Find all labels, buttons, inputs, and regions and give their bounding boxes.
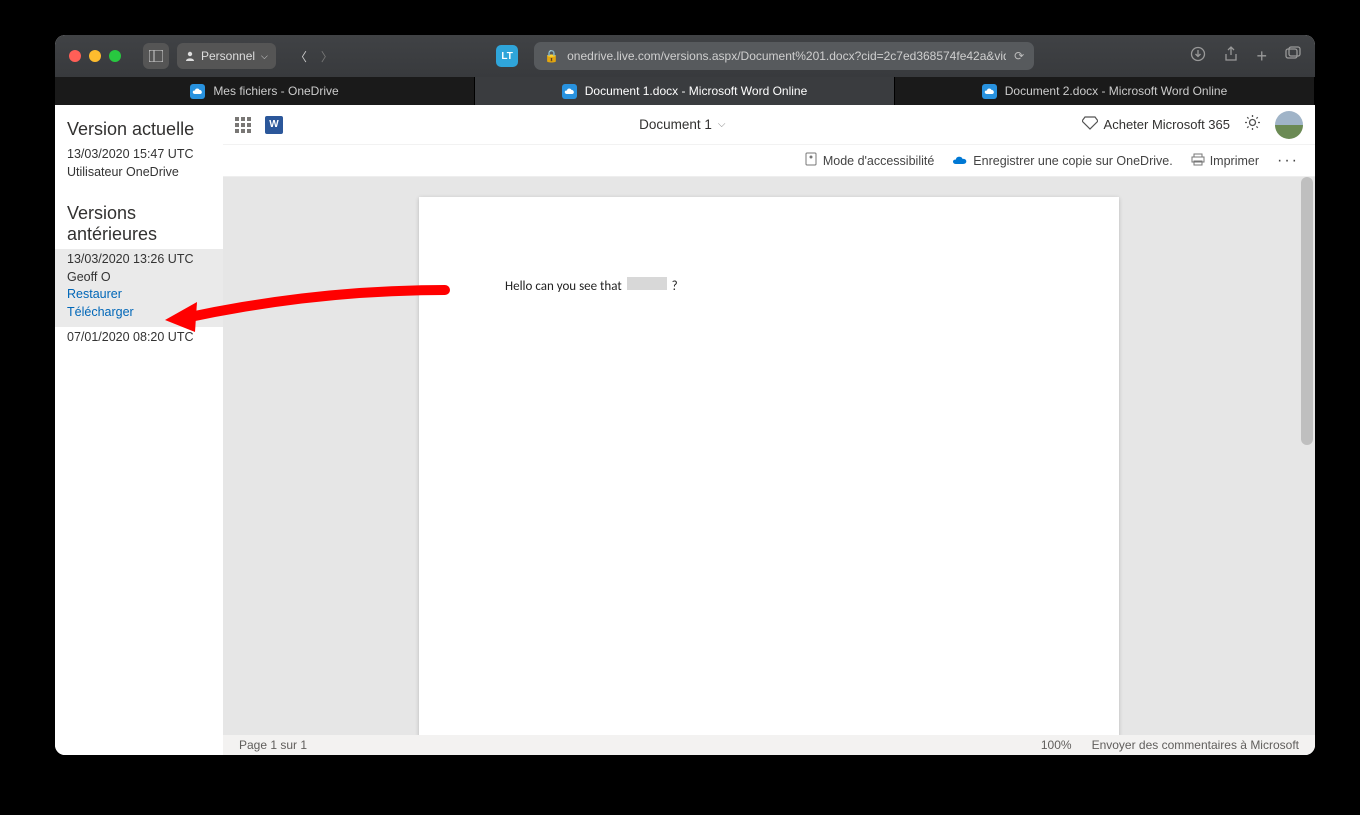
- url-text: onedrive.live.com/versions.aspx/Document…: [567, 49, 1006, 63]
- older-versions-heading: Versions antérieures: [55, 197, 223, 249]
- save-copy-button[interactable]: Enregistrer une copie sur OneDrive.: [952, 154, 1172, 168]
- version-timestamp: 07/01/2020 08:20 UTC: [67, 329, 211, 347]
- cloud-icon: [952, 154, 968, 168]
- vertical-scrollbar[interactable]: [1301, 177, 1313, 445]
- lock-icon: 🔒: [544, 49, 559, 63]
- print-button[interactable]: Imprimer: [1191, 153, 1259, 169]
- version-item[interactable]: 13/03/2020 13:26 UTC Geoff O Restaurer T…: [55, 249, 223, 327]
- accessibility-icon: [804, 152, 818, 169]
- restore-version-link[interactable]: Restaurer: [67, 286, 211, 304]
- status-bar: Page 1 sur 1 100% Envoyer des commentair…: [223, 735, 1315, 755]
- version-item-current[interactable]: 13/03/2020 15:47 UTC Utilisateur OneDriv…: [55, 144, 223, 187]
- feedback-link[interactable]: Envoyer des commentaires à Microsoft: [1092, 738, 1299, 752]
- user-avatar[interactable]: [1275, 111, 1303, 139]
- page-indicator: Page 1 sur 1: [239, 738, 307, 752]
- current-version-heading: Version actuelle: [55, 113, 223, 144]
- reload-button[interactable]: ⟳: [1014, 49, 1024, 63]
- chevron-down-icon: ⌵: [261, 51, 268, 62]
- redacted-text: [627, 277, 667, 290]
- buy-premium-label: Acheter Microsoft 365: [1104, 117, 1230, 132]
- new-tab-button[interactable]: +: [1256, 46, 1267, 67]
- chevron-down-icon: ⌵: [718, 119, 726, 130]
- browser-toolbar: Personnel ⌵ 〈 〉 LT 🔒 onedrive.live.com/v…: [55, 35, 1315, 77]
- document-title-text: Document 1: [639, 117, 712, 132]
- onedrive-icon: [190, 84, 205, 99]
- version-history-sidebar: Version actuelle 13/03/2020 15:47 UTC Ut…: [55, 105, 223, 755]
- diamond-icon: [1082, 116, 1098, 133]
- document-text: ?: [669, 279, 678, 294]
- tab-label: Mes fichiers - OneDrive: [213, 84, 338, 98]
- browser-tab[interactable]: Document 2.docx - Microsoft Word Online: [895, 77, 1315, 105]
- accessibility-label: Mode d'accessibilité: [823, 154, 934, 168]
- profile-button[interactable]: Personnel ⌵: [177, 43, 276, 69]
- version-author: Utilisateur OneDrive: [67, 164, 211, 182]
- download-version-link[interactable]: Télécharger: [67, 304, 211, 322]
- document-main: W Document 1 ⌵ Acheter Microsoft 365: [223, 105, 1315, 755]
- profile-label: Personnel: [201, 49, 255, 63]
- browser-tabstrip: Mes fichiers - OneDrive Document 1.docx …: [55, 77, 1315, 105]
- accessibility-mode-button[interactable]: Mode d'accessibilité: [804, 152, 934, 169]
- app-header: W Document 1 ⌵ Acheter Microsoft 365: [223, 105, 1315, 145]
- save-copy-label: Enregistrer une copie sur OneDrive.: [973, 154, 1172, 168]
- close-window-button[interactable]: [69, 50, 81, 62]
- document-title[interactable]: Document 1 ⌵: [639, 117, 725, 132]
- more-options-button[interactable]: ···: [1277, 152, 1299, 170]
- version-timestamp: 13/03/2020 15:47 UTC: [67, 146, 211, 164]
- document-page: Hello can you see that ?: [419, 197, 1119, 735]
- downloads-button[interactable]: [1190, 46, 1206, 67]
- tab-label: Document 1.docx - Microsoft Word Online: [585, 84, 808, 98]
- document-scroll-area[interactable]: Hello can you see that ?: [223, 177, 1315, 735]
- version-item[interactable]: 07/01/2020 08:20 UTC: [55, 327, 223, 353]
- app-launcher-button[interactable]: [235, 117, 251, 133]
- extension-icon[interactable]: LT: [496, 45, 518, 67]
- buy-premium-button[interactable]: Acheter Microsoft 365: [1082, 116, 1230, 133]
- tabs-button[interactable]: [1285, 46, 1301, 67]
- command-bar: Mode d'accessibilité Enregistrer une cop…: [223, 145, 1315, 177]
- print-label: Imprimer: [1210, 154, 1259, 168]
- print-icon: [1191, 153, 1205, 169]
- window-controls: [69, 50, 121, 62]
- tab-label: Document 2.docx - Microsoft Word Online: [1005, 84, 1228, 98]
- browser-tab[interactable]: Document 1.docx - Microsoft Word Online: [475, 77, 895, 105]
- document-text: Hello can you see that: [505, 279, 625, 294]
- version-author: Geoff O: [67, 269, 211, 287]
- sidebar-toggle-button[interactable]: [143, 43, 169, 69]
- onedrive-icon: [982, 84, 997, 99]
- browser-tab[interactable]: Mes fichiers - OneDrive: [55, 77, 475, 105]
- version-timestamp: 13/03/2020 13:26 UTC: [67, 251, 211, 269]
- zoom-level[interactable]: 100%: [1041, 738, 1072, 752]
- settings-button[interactable]: [1244, 114, 1261, 136]
- share-button[interactable]: [1224, 46, 1238, 67]
- onedrive-icon: [562, 84, 577, 99]
- address-bar[interactable]: 🔒 onedrive.live.com/versions.aspx/Docume…: [534, 42, 1034, 70]
- minimize-window-button[interactable]: [89, 50, 101, 62]
- maximize-window-button[interactable]: [109, 50, 121, 62]
- back-button[interactable]: 〈: [288, 43, 314, 69]
- forward-button[interactable]: 〉: [314, 43, 340, 69]
- word-icon: W: [265, 116, 283, 134]
